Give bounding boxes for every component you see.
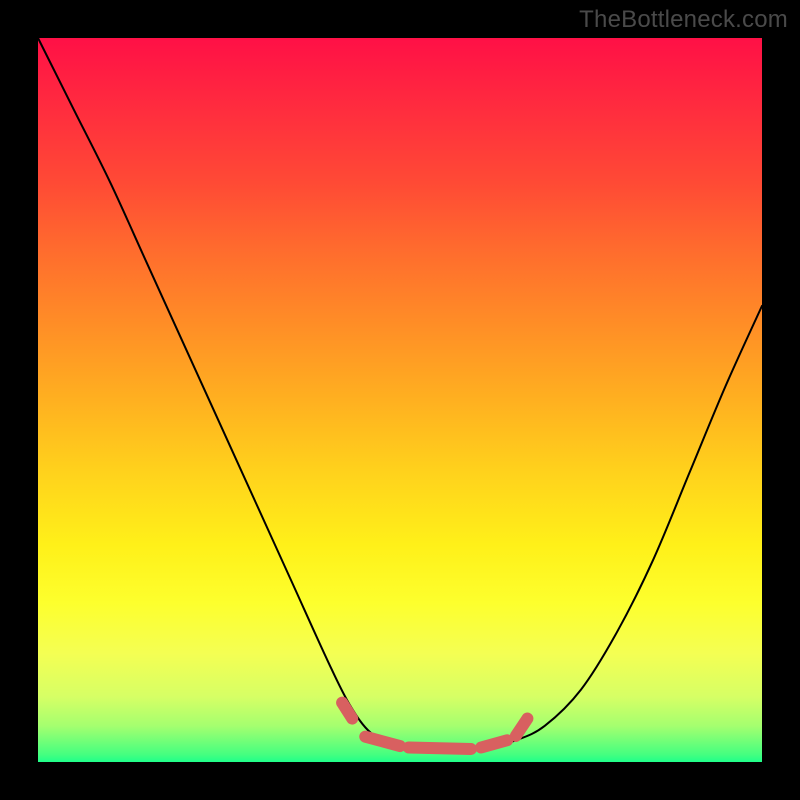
highlight-dash xyxy=(516,719,528,736)
highlight-dash xyxy=(365,737,400,746)
watermark-text: TheBottleneck.com xyxy=(579,6,788,34)
highlight-dashes xyxy=(342,703,527,749)
plot-area xyxy=(38,38,762,762)
highlight-dash xyxy=(342,703,352,719)
bottleneck-curve xyxy=(38,38,762,752)
highlight-dash xyxy=(481,740,507,747)
curve-svg xyxy=(38,38,762,762)
highlight-dash xyxy=(409,748,471,749)
chart-stage: TheBottleneck.com xyxy=(0,0,800,800)
